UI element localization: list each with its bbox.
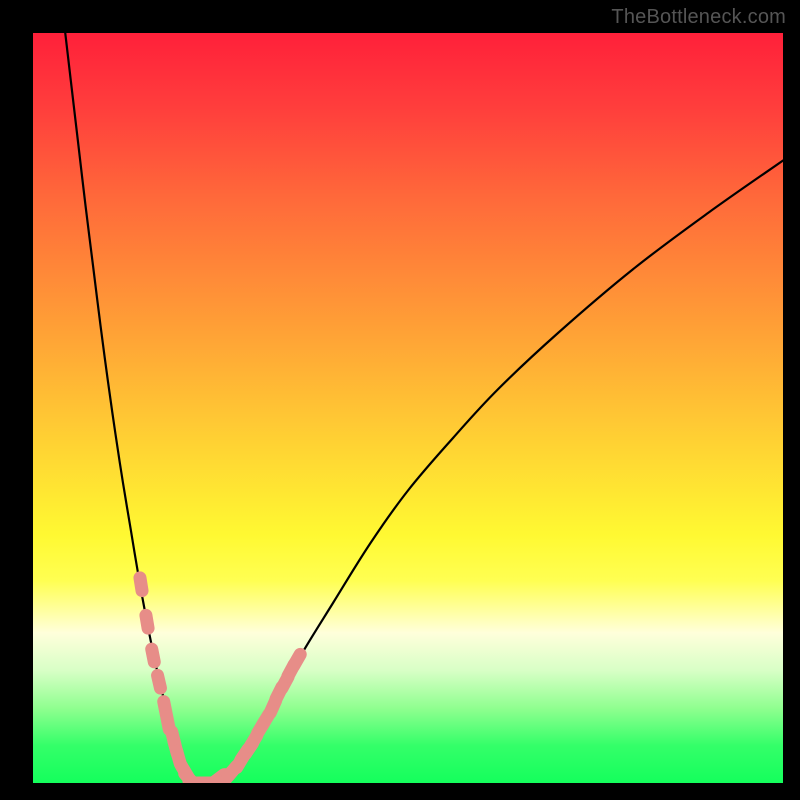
chart-stage: TheBottleneck.com (0, 0, 800, 800)
plot-area (33, 33, 783, 783)
marker-group (140, 578, 300, 783)
chart-marker (140, 578, 142, 591)
chart-marker (152, 649, 155, 662)
chart-svg (33, 33, 783, 783)
watermark-text: TheBottleneck.com (611, 6, 786, 29)
chart-marker (158, 675, 161, 688)
chart-marker (146, 615, 148, 628)
bottleneck-curve (65, 33, 783, 783)
chart-marker (294, 654, 300, 665)
